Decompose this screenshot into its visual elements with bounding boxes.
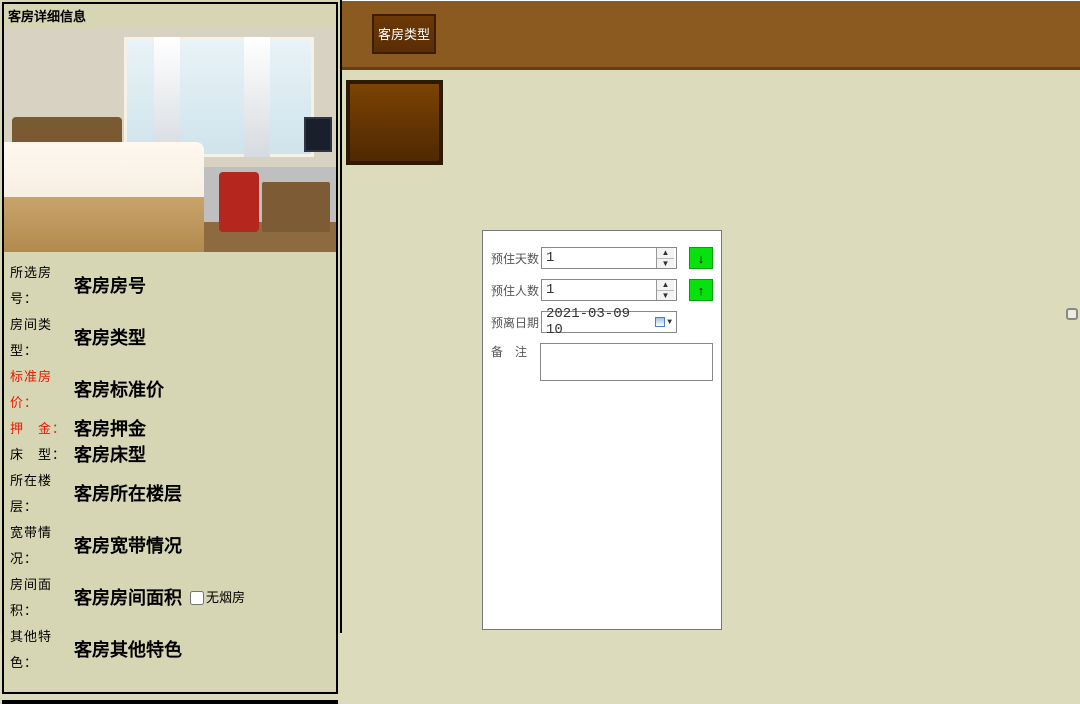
calendar-icon[interactable] [655,317,665,327]
promo-bar-line2: 尊贵+安心+省钱+满意——量家园酒店——即是家的享受 [58,700,282,704]
value-other: 客房其他特色 [74,637,182,663]
label-remark: 备 注 [491,343,540,360]
label-band: 宽带情况： [10,520,74,572]
value-price: 客房标准价 [74,377,164,403]
right-column: 客房类型 预住天数 ▲ ▼ ↓ 预住人数 [342,0,1080,633]
room-thumbnail[interactable] [346,80,443,165]
people-spinbox[interactable]: ▲ ▼ [541,279,677,301]
value-room-type: 客房类型 [74,325,146,351]
label-days: 预住天数 [491,250,541,267]
right-gutter [1058,70,1080,633]
top-bar: 客房类型 [342,0,1080,70]
label-checkout-date: 预离日期 [491,314,541,331]
room-detail-rows: 所选房号：客房房号 房间类型：客房类型 标准房价：客房标准价 押 金：客房押金 … [4,252,336,692]
chevron-down-icon[interactable]: ▼ [667,318,672,327]
checkout-date-picker[interactable]: 2021-03-09 10 ▼ [541,311,677,333]
room-photo [4,27,336,252]
value-deposit: 客房押金 [74,416,146,442]
value-area: 客房房间面积 [74,585,182,611]
room-detail-header: 客房详细信息 [4,4,336,27]
days-down-button[interactable]: ↓ [689,247,713,269]
label-other: 其他特色： [10,624,74,676]
label-people: 预住人数 [491,282,541,299]
nosmoke-checkbox[interactable] [190,591,204,605]
label-deposit: 押 金： [10,416,74,442]
flower-icon [262,700,332,704]
value-band: 客房宽带情况 [74,533,182,559]
days-step-down-icon[interactable]: ▼ [657,259,674,269]
value-room-no: 客房房号 [74,273,146,299]
days-step-up-icon[interactable]: ▲ [657,248,674,259]
label-area: 房间面积： [10,572,74,624]
room-type-button[interactable]: 客房类型 [372,14,436,54]
room-detail-panel: 客房详细信息 所选房号：客房房号 房间类型：客房类型 标准房价：客房标准价 押 … [2,2,338,694]
reservation-form: 预住天数 ▲ ▼ ↓ 预住人数 ▲ ▼ [482,230,722,630]
label-price: 标准房价： [10,364,74,416]
value-floor: 客房所在楼层 [74,481,182,507]
people-step-up-icon[interactable]: ▲ [657,280,674,291]
remark-textarea[interactable] [540,343,713,381]
left-column: 客房详细信息 所选房号：客房房号 房间类型：客房类型 标准房价：客房标准价 押 … [0,0,342,633]
label-floor: 所在楼层： [10,468,74,520]
days-spinbox[interactable]: ▲ ▼ [541,247,677,269]
nosmoke-checkbox-wrap[interactable]: 无烟房 [190,585,245,611]
value-bed: 客房床型 [74,442,146,468]
nosmoke-label: 无烟房 [206,585,245,611]
people-up-button[interactable]: ↑ [689,279,713,301]
label-bed: 床 型： [10,442,74,468]
side-handle-icon[interactable] [1066,308,1078,320]
people-input[interactable] [542,280,656,300]
people-step-down-icon[interactable]: ▼ [657,291,674,301]
promo-banner: 宽敞 · 舒适 · 典雅 · 精致 Roomy · Comfortable · … [2,700,338,704]
label-room-type: 房间类型： [10,312,74,364]
days-input[interactable] [542,248,656,268]
flower-icon [8,700,78,704]
checkout-date-value: 2021-03-09 10 [546,306,655,338]
label-room-no: 所选房号： [10,260,74,312]
work-area: 预住天数 ▲ ▼ ↓ 预住人数 ▲ ▼ [342,70,1080,633]
